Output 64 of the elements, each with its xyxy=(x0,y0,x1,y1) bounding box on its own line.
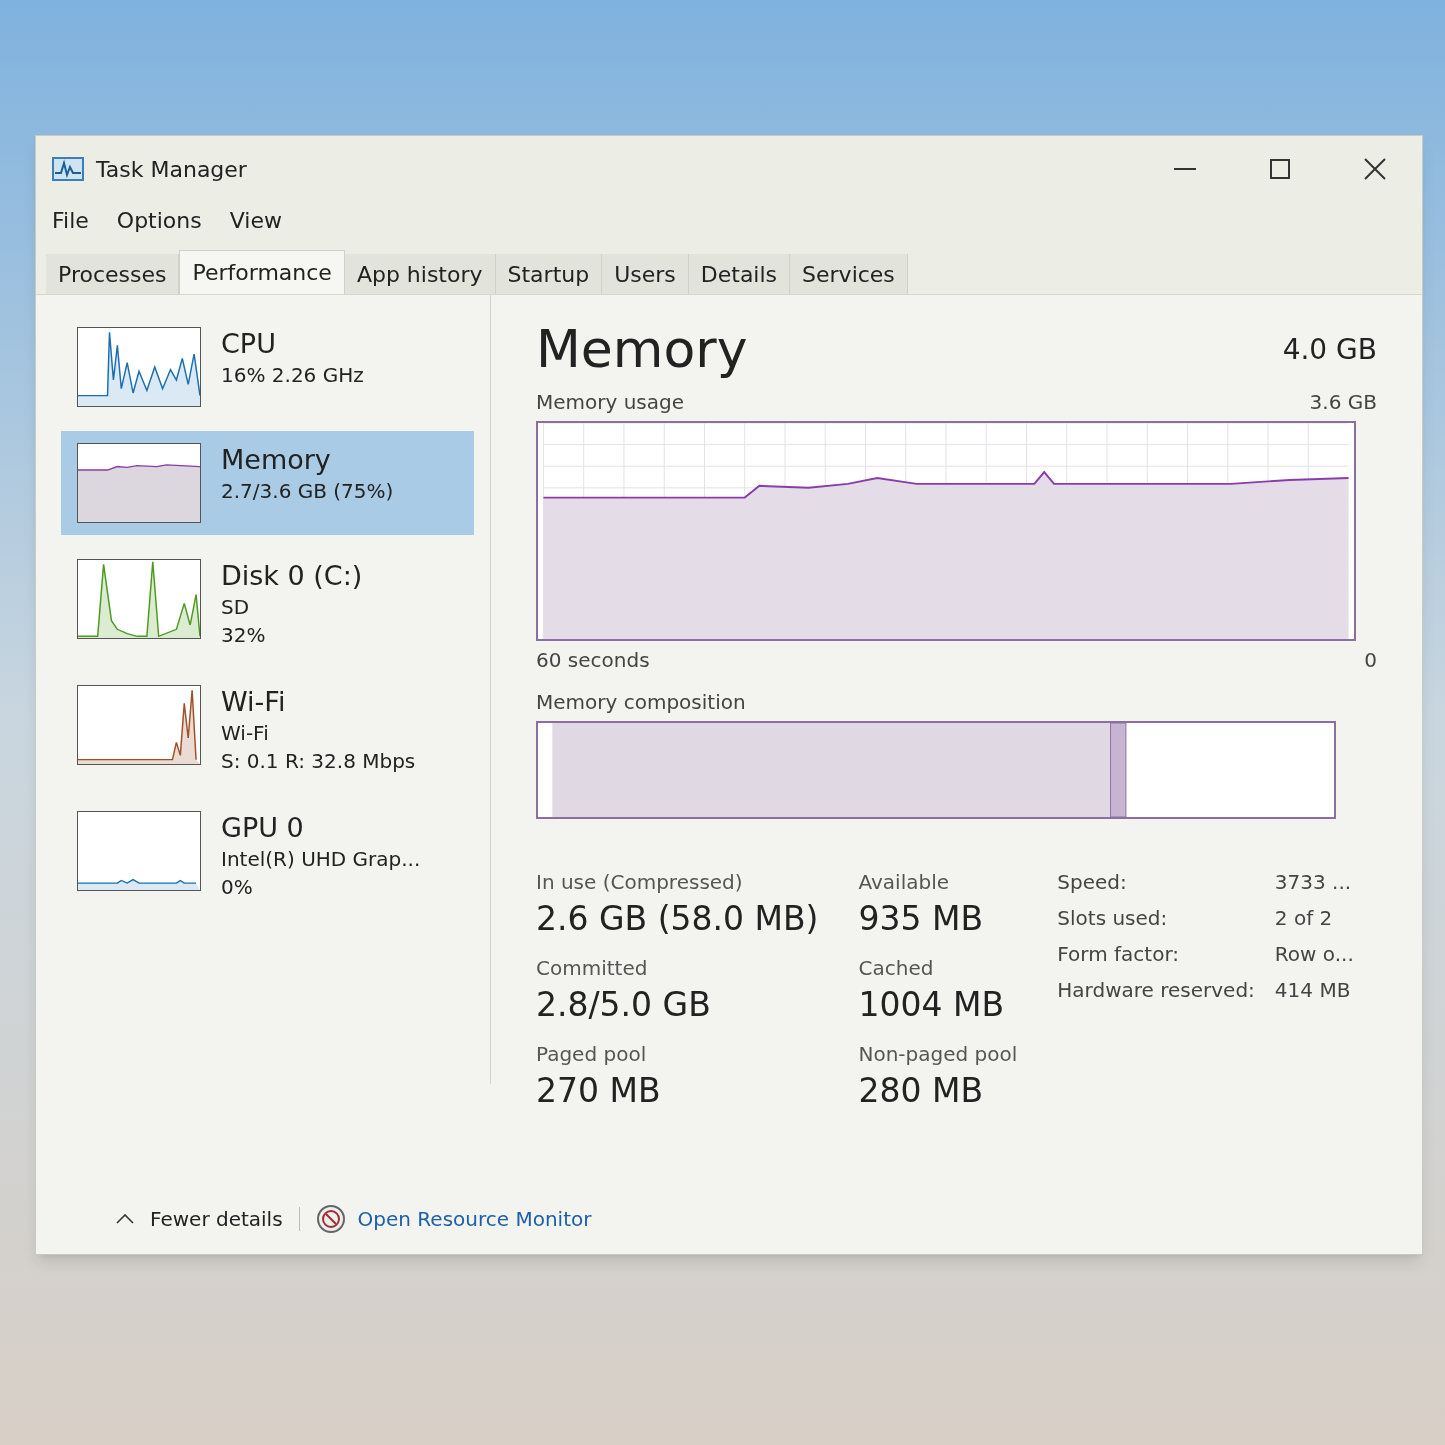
item-title: Memory xyxy=(221,443,332,477)
spec-value: Row o... xyxy=(1274,941,1354,968)
stat-label: Non-paged pool xyxy=(858,1041,1018,1068)
item-detail: 2.7/3.6 GB (75%) xyxy=(221,478,394,505)
tab[interactable]: App history xyxy=(344,254,496,294)
spec-value: 3733 ... xyxy=(1274,869,1353,896)
item-title: GPU 0 xyxy=(221,811,305,845)
stat-value: 280 MB xyxy=(858,1070,985,1112)
stat-value: 1004 MB xyxy=(858,984,1006,1026)
stat-label: In use (Compressed) xyxy=(536,869,744,896)
total-memory: 4.0 GB xyxy=(1282,332,1377,368)
spec-label: Form factor: xyxy=(1057,941,1181,968)
item-title: Disk 0 (C:) xyxy=(221,559,363,593)
spec-label: Speed: xyxy=(1057,869,1128,896)
stat-value: 270 MB xyxy=(536,1070,662,1112)
item-detail: Wi-Fi xyxy=(221,720,270,747)
item-detail: 0% xyxy=(221,874,254,901)
sidebar-item[interactable]: Memory 2.7/3.6 GB (75%) xyxy=(61,431,474,535)
fewer-details-button[interactable]: Fewer details xyxy=(116,1204,283,1234)
composition-label: Memory composition xyxy=(536,689,747,716)
stat-label: Committed xyxy=(536,955,649,982)
close-icon xyxy=(1363,158,1386,180)
item-detail: 32% xyxy=(221,622,267,649)
maximize-icon xyxy=(1269,159,1290,179)
tab[interactable]: Processes xyxy=(46,254,180,294)
sidebar-item[interactable]: Wi-Fi Wi-Fi S: 0.1 R: 32.8 Mbps xyxy=(61,673,474,787)
time-axis-start: 60 seconds xyxy=(536,647,650,674)
tab[interactable]: Details xyxy=(688,254,791,294)
window-title: Task Manager xyxy=(96,155,247,184)
resource-monitor-icon xyxy=(315,1204,346,1234)
spec-value: 414 MB xyxy=(1274,977,1352,1004)
tab[interactable]: Startup xyxy=(495,254,603,294)
chevron-up-icon xyxy=(116,1214,134,1224)
item-detail: SD xyxy=(221,594,251,621)
minimize-icon xyxy=(1173,168,1196,170)
stat-value: 2.6 GB (58.0 MB) xyxy=(536,898,819,940)
stat-label: Paged pool xyxy=(536,1041,648,1068)
item-detail: 16% 2.26 GHz xyxy=(221,362,364,389)
sidebar-item[interactable]: CPU 16% 2.26 GHz xyxy=(61,315,474,419)
menu-item[interactable]: File xyxy=(52,203,89,237)
stat-value: 2.8/5.0 GB xyxy=(536,984,712,1026)
tab[interactable]: Users xyxy=(602,254,689,294)
tab[interactable]: Performance xyxy=(179,250,345,294)
detail-title: Memory xyxy=(536,319,748,379)
item-title: CPU xyxy=(221,327,277,361)
sidebar-item[interactable]: GPU 0 Intel(R) UHD Grap... 0% xyxy=(61,799,474,913)
stat-value: 935 MB xyxy=(858,898,985,940)
graph-label: Memory usage xyxy=(536,389,685,416)
spec-label: Hardware reserved: xyxy=(1057,977,1255,1004)
menu-item[interactable]: View xyxy=(229,203,282,237)
stat-label: Cached xyxy=(858,955,935,982)
resource-monitor-link[interactable]: Open Resource Monitor xyxy=(315,1204,592,1234)
item-detail: Intel(R) UHD Grap... xyxy=(221,846,421,873)
time-axis-end: 0 xyxy=(1364,647,1377,674)
item-detail: S: 0.1 R: 32.8 Mbps xyxy=(221,748,416,775)
menu-item[interactable]: Options xyxy=(116,203,202,237)
item-title: Wi-Fi xyxy=(221,685,287,719)
tab[interactable]: Services xyxy=(790,254,908,294)
spec-label: Slots used: xyxy=(1057,905,1169,932)
graph-max-label: 3.6 GB xyxy=(1309,389,1377,416)
sidebar-item[interactable]: Disk 0 (C:) SD 32% xyxy=(61,547,474,661)
stat-label: Available xyxy=(858,869,951,896)
app-icon xyxy=(52,157,84,181)
spec-value: 2 of 2 xyxy=(1274,905,1334,932)
